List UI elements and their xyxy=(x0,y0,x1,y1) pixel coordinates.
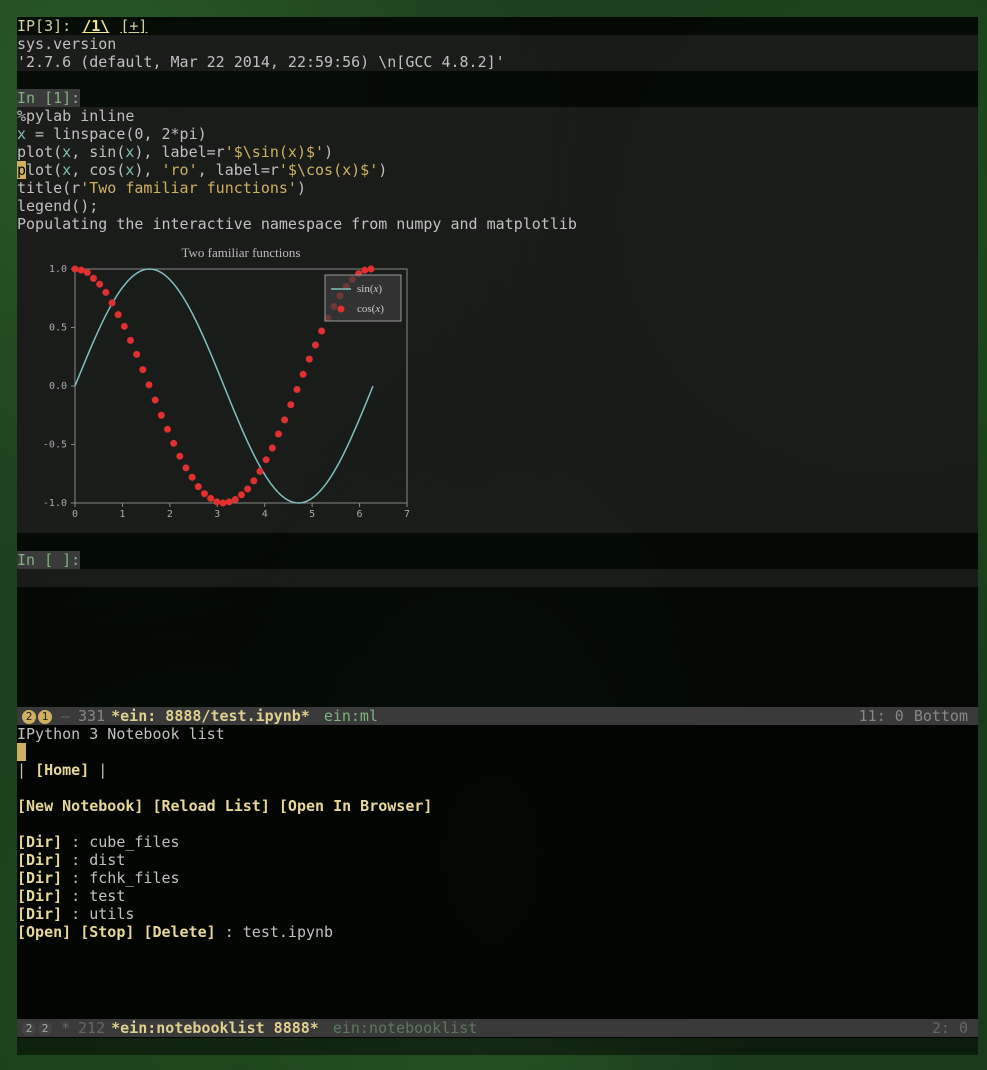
separator: — xyxy=(53,707,78,725)
home-link[interactable]: [Home] xyxy=(35,761,89,779)
code-line[interactable]: plot(x, cos(x), 'ro', label=r'$\cos(x)$'… xyxy=(17,161,978,179)
svg-text:2: 2 xyxy=(167,509,173,520)
text-cursor xyxy=(17,743,26,761)
stop-notebook-button[interactable]: [Stop] xyxy=(80,923,134,941)
open-notebook-button[interactable]: [Open] xyxy=(17,923,71,941)
cell-in-label: In [ ]: xyxy=(17,551,80,569)
empty-cell[interactable] xyxy=(17,569,978,587)
svg-text:0: 0 xyxy=(72,509,78,520)
svg-text:5: 5 xyxy=(309,509,315,520)
tab-bar: IP[3]: /1\ [+] xyxy=(17,17,978,35)
dir-label: [Dir] xyxy=(17,887,62,905)
svg-text:4: 4 xyxy=(262,509,268,520)
buffer-name: *ein:notebooklist 8888* xyxy=(105,1019,325,1037)
tab-active[interactable]: /1\ xyxy=(82,17,109,35)
reload-list-button[interactable]: [Reload List] xyxy=(152,797,269,815)
output-text: '2.7.6 (default, Mar 22 2014, 22:59:56) … xyxy=(17,53,978,71)
list-item[interactable]: [Dir] : test xyxy=(17,887,978,905)
notebook-filename[interactable]: test.ipynb xyxy=(243,923,333,941)
dir-label: [Dir] xyxy=(17,905,62,923)
separator: : xyxy=(62,887,89,905)
separator: : xyxy=(62,905,89,923)
list-item[interactable]: [Dir] : dist xyxy=(17,851,978,869)
minibuffer[interactable] xyxy=(17,1037,978,1055)
open-in-browser-button[interactable]: [Open In Browser] xyxy=(279,797,433,815)
line-count: 212 xyxy=(78,1019,105,1037)
modified-indicator: * xyxy=(53,1019,78,1037)
code-line[interactable]: x = linspace(0, 2*pi) xyxy=(17,125,978,143)
tab-add-button[interactable]: [+] xyxy=(120,17,147,35)
cursor-position: 11: 0 xyxy=(859,707,914,725)
new-notebook-button[interactable]: [New Notebook] xyxy=(17,797,143,815)
separator: : xyxy=(62,869,89,887)
breadcrumb: | [Home] | xyxy=(17,761,978,779)
dir-label: [Dir] xyxy=(17,851,62,869)
notebooklist-pane[interactable]: IPython 3 Notebook list | [Home] | [New … xyxy=(17,725,978,1019)
dir-name[interactable]: test xyxy=(89,887,125,905)
code-line[interactable]: %pylab inline xyxy=(17,107,978,125)
list-item[interactable]: [Dir] : cube_files xyxy=(17,833,978,851)
text-cursor: p xyxy=(17,161,26,179)
svg-text:sin(x): sin(x) xyxy=(357,283,382,295)
code-line[interactable]: legend(); xyxy=(17,197,978,215)
svg-text:1: 1 xyxy=(119,509,125,520)
separator: : xyxy=(216,923,243,941)
separator: : xyxy=(62,851,89,869)
dir-name[interactable]: cube_files xyxy=(89,833,179,851)
line-count: 331 xyxy=(78,707,105,725)
dir-name[interactable]: utils xyxy=(89,905,134,923)
major-mode: ein:ml xyxy=(316,707,386,725)
list-item[interactable]: [Dir] : fchk_files xyxy=(17,869,978,887)
major-mode: ein:notebooklist xyxy=(325,1019,486,1037)
status-indicator-icon: 2 xyxy=(38,1022,52,1036)
status-indicator-icon: 2 xyxy=(22,710,36,724)
svg-text:1.0: 1.0 xyxy=(49,264,67,275)
separator: : xyxy=(62,833,89,851)
code-line[interactable]: plot(x, sin(x), label=r'$\sin(x)$') xyxy=(17,143,978,161)
plot-output: Two familiar functions 0 1 2 3 4 5 6 7 -1.0 -0.5 0.… xyxy=(17,233,978,533)
svg-text:0.0: 0.0 xyxy=(49,381,67,392)
svg-text:Two familiar functions: Two familiar functions xyxy=(182,245,301,260)
dir-label: [Dir] xyxy=(17,833,62,851)
delete-notebook-button[interactable]: [Delete] xyxy=(143,923,215,941)
status-indicator-icon: 1 xyxy=(38,710,52,724)
svg-text:6: 6 xyxy=(357,509,363,520)
svg-text:3: 3 xyxy=(214,509,220,520)
svg-text:cos(x): cos(x) xyxy=(357,303,384,315)
list-item[interactable]: [Dir] : utils xyxy=(17,905,978,923)
svg-text:0.5: 0.5 xyxy=(49,323,67,334)
status-indicator-icon: 2 xyxy=(22,1022,36,1036)
scroll-position: Bottom xyxy=(914,707,978,725)
svg-text:7: 7 xyxy=(404,509,410,520)
cursor-position: 2: 0 xyxy=(932,1019,978,1037)
output-text: sys.version xyxy=(17,35,978,53)
svg-text:-0.5: -0.5 xyxy=(43,440,67,451)
notebooklist-title: IPython 3 Notebook list xyxy=(17,725,978,743)
dir-label: [Dir] xyxy=(17,869,62,887)
notebook-pane[interactable]: sys.version '2.7.6 (default, Mar 22 2014… xyxy=(17,35,978,707)
chart: Two familiar functions 0 1 2 3 4 5 6 7 -1.0 -0.5 0.… xyxy=(17,243,417,523)
code-line[interactable]: title(r'Two familiar functions') xyxy=(17,179,978,197)
cell-output: Populating the interactive namespace fro… xyxy=(17,215,978,233)
cell-in-label: In [1]: xyxy=(17,89,80,107)
dir-name[interactable]: dist xyxy=(89,851,125,869)
svg-text:-1.0: -1.0 xyxy=(43,498,67,509)
buffer-name: *ein: 8888/test.ipynb* xyxy=(105,707,316,725)
tab-prefix: IP[3]: xyxy=(17,17,71,35)
statusbar-top: 21 — 331 *ein: 8888/test.ipynb* ein:ml 1… xyxy=(17,707,978,725)
statusbar-bottom: 22 * 212 *ein:notebooklist 8888* ein:not… xyxy=(17,1019,978,1037)
dir-name[interactable]: fchk_files xyxy=(89,869,179,887)
